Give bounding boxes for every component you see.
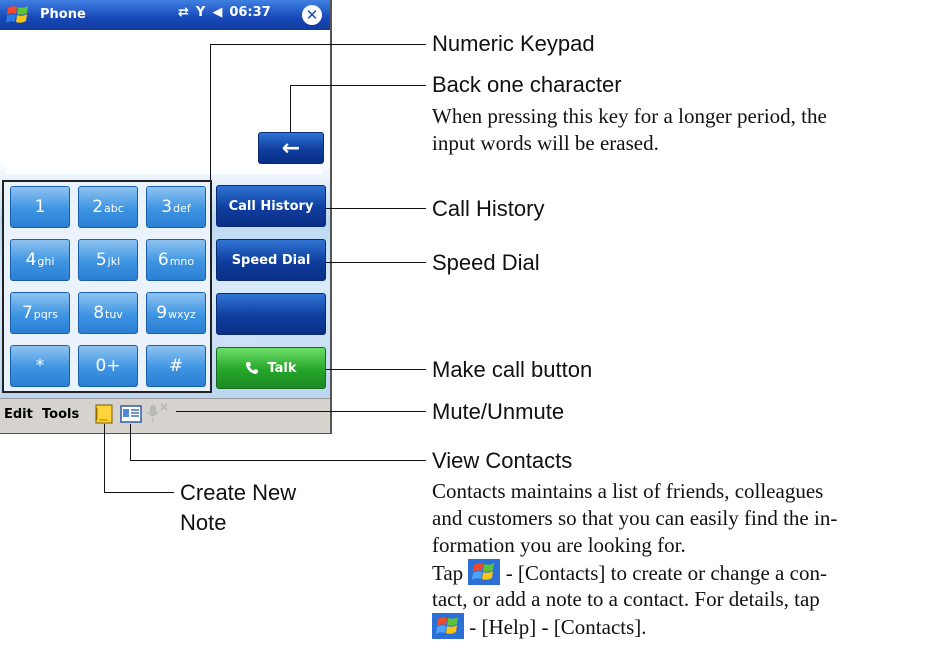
contacts-description-line-4: Tap - [Contacts] to create or change a c…: [432, 559, 827, 587]
close-button[interactable]: ✕: [302, 5, 322, 25]
menu-edit[interactable]: Edit: [4, 407, 33, 422]
numeric-keypad-label: Numeric Keypad: [432, 31, 595, 56]
contacts-description-line-1: Contacts maintains a list of friends, co…: [432, 479, 824, 503]
key-letters: def: [173, 202, 191, 215]
create-new-note-label-1: Create New: [180, 480, 297, 505]
back-one-character-label: Back one character: [432, 72, 622, 97]
signal-icon[interactable]: Y: [196, 5, 205, 20]
keypad-key[interactable]: #: [146, 345, 206, 387]
key-digit: #: [168, 356, 184, 376]
status-area: ⇄ Y ◀ 06:37: [178, 5, 271, 20]
key-digit: 0+: [95, 356, 121, 376]
make-call-label: Make call button: [432, 357, 593, 382]
key-digit: 7: [21, 303, 33, 323]
contacts-description-line-5: tact, or add a note to a contact. For de…: [432, 587, 820, 611]
blank-button[interactable]: [216, 293, 326, 335]
phone-handset-icon: [246, 362, 259, 374]
mute-icon[interactable]: [146, 402, 176, 424]
contacts-help-text: - [Help] - [Contacts].: [469, 615, 647, 639]
view-contacts-leader: [130, 460, 426, 461]
key-digit: *: [35, 356, 45, 376]
speed-dial-label: Speed Dial: [432, 250, 540, 275]
talk-label: Talk: [267, 360, 297, 376]
keypad-key[interactable]: 9 wxyz: [146, 292, 206, 334]
view-contacts-label: View Contacts: [432, 448, 573, 473]
key-letters: jkl: [107, 255, 121, 268]
windows-start-icon: [468, 559, 501, 585]
volume-icon[interactable]: ◀: [212, 5, 222, 20]
phone-screen: Phone ⇄ Y ◀ 06:37 ✕ ← 1 2 abc 3 def 4 ghi 5 jkl 6…: [0, 0, 332, 434]
mute-leader: [176, 411, 426, 412]
key-letters: mno: [169, 255, 195, 268]
keypad-key[interactable]: 2 abc: [78, 186, 138, 228]
key-digit: 6: [157, 250, 169, 270]
keypad-key[interactable]: 4 ghi: [10, 239, 70, 281]
call-history-button[interactable]: Call History: [216, 185, 326, 227]
connectivity-icon[interactable]: ⇄: [178, 5, 189, 20]
back-description-line-2: input words will be erased.: [432, 131, 659, 155]
app-title: Phone: [40, 7, 86, 22]
contacts-tap-rest: - [Contacts] to create or change a con-: [505, 561, 827, 585]
back-leader: [290, 85, 426, 86]
create-new-note-label-2: Note: [180, 510, 227, 535]
keypad-key[interactable]: 5 jkl: [78, 239, 138, 281]
contacts-icon[interactable]: [120, 404, 142, 424]
view-contacts-leader: [130, 424, 131, 460]
key-digit: 1: [34, 197, 46, 217]
backspace-button[interactable]: ←: [258, 132, 324, 164]
mute-unmute-label: Mute/Unmute: [432, 399, 565, 424]
key-letters: abc: [104, 202, 124, 215]
key-digit: 4: [25, 250, 37, 270]
windows-start-icon[interactable]: [6, 4, 30, 26]
key-digit: 3: [161, 197, 173, 217]
create-note-leader: [104, 492, 174, 493]
keypad-key[interactable]: *: [10, 345, 70, 387]
windows-start-icon: [432, 613, 464, 639]
key-digit: 8: [93, 303, 105, 323]
keypad-key[interactable]: 8 tuv: [78, 292, 138, 334]
talk-button[interactable]: Talk: [216, 347, 326, 389]
contacts-description-line-3: formation you are looking for.: [432, 533, 686, 557]
back-leader: [290, 85, 291, 132]
keypad-key[interactable]: 0+: [78, 345, 138, 387]
key-digit: 9: [156, 303, 168, 323]
key-letters: ghi: [37, 255, 55, 268]
numeric-keypad-leader: [210, 44, 426, 45]
keypad-key[interactable]: 6 mno: [146, 239, 206, 281]
new-note-icon[interactable]: [95, 404, 113, 424]
key-letters: tuv: [105, 308, 123, 321]
speed-dial-button[interactable]: Speed Dial: [216, 239, 326, 281]
key-letters: wxyz: [168, 308, 196, 321]
keypad-key[interactable]: 7 pqrs: [10, 292, 70, 334]
speed-dial-leader: [326, 262, 426, 263]
keypad-key[interactable]: 3 def: [146, 186, 206, 228]
clock[interactable]: 06:37: [229, 5, 270, 20]
key-digit: 2: [92, 197, 104, 217]
numeric-keypad-leader: [210, 44, 211, 180]
call-history-leader: [326, 208, 426, 209]
keypad-key[interactable]: 1: [10, 186, 70, 228]
create-note-leader: [104, 424, 105, 492]
key-letters: pqrs: [33, 308, 59, 321]
key-digit: 5: [95, 250, 107, 270]
back-description-line-1: When pressing this key for a longer peri…: [432, 104, 827, 128]
contacts-description-line-2: and customers so that you can easily fin…: [432, 506, 838, 530]
make-call-leader: [326, 369, 426, 370]
contacts-tap-text: Tap: [432, 561, 464, 585]
menu-tools[interactable]: Tools: [42, 407, 79, 422]
contacts-description-line-6: - [Help] - [Contacts].: [432, 613, 647, 641]
call-history-label: Call History: [432, 196, 545, 221]
